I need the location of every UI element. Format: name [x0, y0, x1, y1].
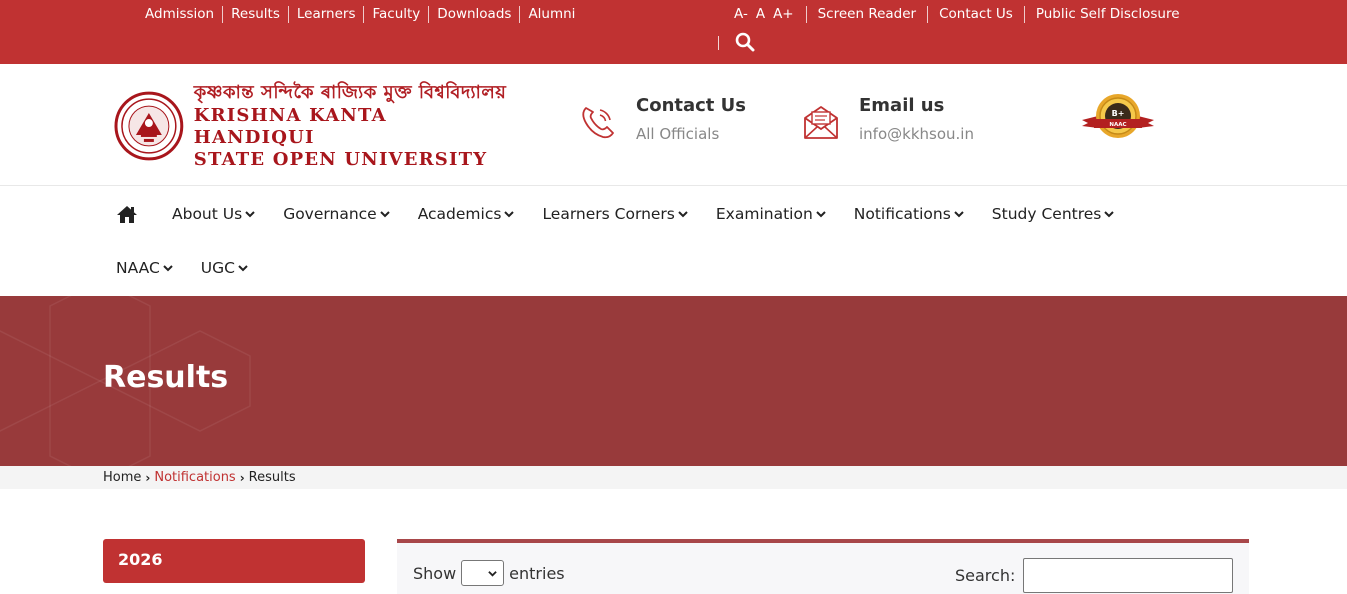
- top-link-admission[interactable]: Admission: [137, 6, 224, 23]
- envelope-icon: [804, 106, 838, 139]
- page-title: Results: [103, 360, 229, 395]
- logo-english-line2: STATE OPEN UNIVERSITY: [193, 149, 488, 170]
- phone-icon: [582, 107, 614, 139]
- email-title: Email us: [859, 95, 945, 116]
- nav-study-centres[interactable]: Study Centres: [992, 205, 1115, 223]
- chevron-down-icon: [1104, 211, 1115, 218]
- breadcrumb-bar: Home › Notifications › Results: [0, 466, 1347, 489]
- nav-notifications-label: Notifications: [853, 205, 951, 223]
- nav-governance-label: Governance: [283, 205, 377, 223]
- top-link-learners[interactable]: Learners: [289, 6, 365, 23]
- nav-row-2: NAAC UGC: [116, 255, 276, 281]
- breadcrumb-current: Results: [248, 470, 296, 485]
- logo-english-line1: KRISHNA KANTA HANDIQUI: [193, 105, 387, 148]
- table-search-input[interactable]: [1023, 558, 1234, 593]
- chevron-down-icon: [379, 211, 390, 218]
- search-label: Search:: [955, 566, 1016, 585]
- top-link-public-self-disclosure[interactable]: Public Self Disclosure: [1025, 6, 1191, 23]
- email-address[interactable]: info@kkhsou.in: [859, 124, 974, 144]
- email-us-block[interactable]: Email us info@kkhsou.in: [801, 94, 974, 144]
- chevron-down-icon: [816, 211, 826, 218]
- nav-about-us-label: About Us: [172, 205, 243, 223]
- top-link-screen-reader[interactable]: Screen Reader: [807, 6, 929, 23]
- top-link-downloads[interactable]: Downloads: [429, 6, 521, 23]
- contact-subtitle[interactable]: All Officials: [636, 124, 746, 144]
- contact-title: Contact Us: [636, 95, 747, 116]
- breadcrumb-separator-icon: ›: [239, 470, 245, 485]
- university-logo[interactable]: কৃষ্ণকান্ত সন্দিকৈ ৰাজ্যিক মুক্ত বিশ্ববি…: [114, 82, 514, 170]
- top-utility-links: A- A A+ Screen Reader Contact Us Public …: [726, 6, 1191, 23]
- logo-text: কৃষ্ণকান্ত সন্দিকৈ ৰাজ্যিক মুক্ত বিশ্ববি…: [194, 81, 514, 171]
- font-size-controls: A- A A+: [726, 6, 807, 23]
- search-divider: [718, 36, 719, 50]
- nav-examination[interactable]: Examination: [716, 205, 826, 223]
- contact-us-block[interactable]: Contact Us All Officials: [578, 94, 746, 144]
- naac-label: NAAC: [1109, 122, 1126, 128]
- contact-text: Contact Us All Officials: [636, 94, 746, 144]
- search-icon: [735, 32, 755, 52]
- naac-badge-icon[interactable]: B+ NAAC: [1080, 92, 1156, 142]
- top-quick-links: Admission Results Learners Faculty Downl…: [137, 6, 583, 23]
- nav-naac-label: NAAC: [116, 259, 160, 277]
- show-label: Show: [413, 563, 457, 583]
- chevron-down-icon: [245, 211, 255, 218]
- font-decrease-button[interactable]: A-: [734, 6, 748, 23]
- chevron-down-icon: [238, 265, 248, 272]
- page-banner: Results: [0, 296, 1347, 466]
- site-header: কৃষ্ণকান্ত সন্দিকৈ ৰাজ্যিক মুক্ত বিশ্ববি…: [0, 64, 1347, 186]
- nav-naac[interactable]: NAAC: [116, 259, 173, 277]
- email-text: Email us info@kkhsou.in: [859, 94, 974, 144]
- nav-governance[interactable]: Governance: [283, 205, 390, 223]
- nav-study-centres-label: Study Centres: [991, 205, 1102, 223]
- entries-per-page-select[interactable]: [461, 560, 505, 586]
- font-reset-button[interactable]: A: [756, 6, 765, 23]
- table-search: Search:: [955, 558, 1234, 593]
- chevron-down-icon: [163, 265, 173, 272]
- year-filter-2026[interactable]: 2026: [103, 539, 365, 583]
- chevron-down-icon: [504, 211, 515, 218]
- logo-assamese-name: কৃষ্ণকান্ত সন্দিকৈ ৰাজ্যিক মুক্ত বিশ্ববি…: [193, 82, 507, 103]
- top-link-alumni[interactable]: Alumni: [520, 6, 583, 23]
- nav-learners-corners[interactable]: Learners Corners: [542, 205, 688, 223]
- nav-learners-corners-label: Learners Corners: [542, 205, 675, 223]
- breadcrumb-separator-icon: ›: [145, 470, 151, 485]
- search-button[interactable]: [735, 32, 755, 52]
- font-increase-button[interactable]: A+: [773, 6, 794, 23]
- nav-about-us[interactable]: About Us: [172, 205, 255, 223]
- nav-academics[interactable]: Academics: [418, 205, 515, 223]
- nav-ugc[interactable]: UGC: [201, 259, 248, 277]
- chevron-down-icon: [954, 211, 964, 218]
- breadcrumb-notifications[interactable]: Notifications: [154, 470, 235, 485]
- top-link-results[interactable]: Results: [223, 6, 289, 23]
- top-bar: Admission Results Learners Faculty Downl…: [0, 0, 1347, 64]
- breadcrumb: Home › Notifications › Results: [103, 470, 296, 485]
- breadcrumb-home[interactable]: Home: [103, 470, 141, 485]
- main-navigation: About Us Governance Academics Learners C…: [0, 187, 1347, 295]
- university-emblem-icon: [114, 91, 184, 161]
- results-table-container: Show entries Search:: [397, 539, 1249, 594]
- top-link-contact-us[interactable]: Contact Us: [928, 6, 1025, 23]
- home-icon[interactable]: [116, 204, 138, 224]
- top-link-faculty[interactable]: Faculty: [364, 6, 430, 23]
- nav-academics-label: Academics: [417, 205, 502, 223]
- naac-grade: B+: [1112, 109, 1125, 118]
- entries-label: entries: [509, 563, 565, 583]
- nav-row-1: About Us Governance Academics Learners C…: [116, 201, 1142, 227]
- chevron-down-icon: [678, 211, 688, 218]
- show-entries-control: Show entries: [413, 560, 565, 586]
- chevron-down-icon: [488, 571, 497, 577]
- nav-examination-label: Examination: [715, 205, 813, 223]
- nav-ugc-label: UGC: [200, 259, 235, 277]
- nav-notifications[interactable]: Notifications: [854, 205, 964, 223]
